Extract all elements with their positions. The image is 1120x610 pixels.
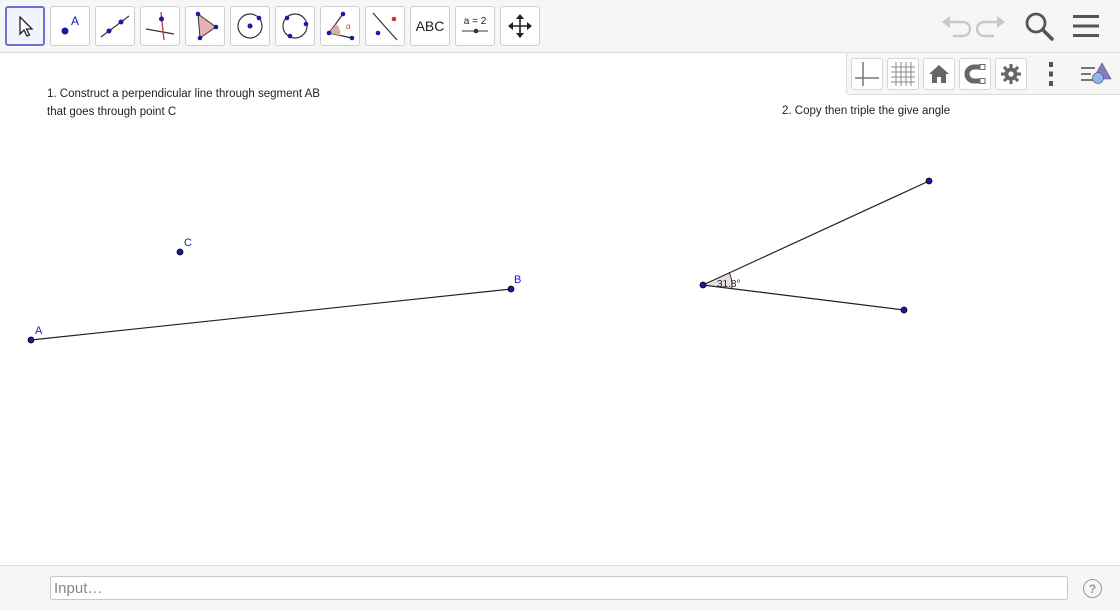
segment-ab[interactable] <box>30 288 512 341</box>
menu-icon <box>1073 15 1099 37</box>
slider-icon <box>462 28 488 33</box>
angle-tool-label: α <box>346 22 351 31</box>
reflect-tool-button[interactable] <box>365 6 405 46</box>
perpendicular-line-tool-button[interactable] <box>140 6 180 46</box>
reflect-about-line-icon <box>372 12 398 41</box>
text-tool-button[interactable]: ABC <box>410 6 450 46</box>
angle-tool-button[interactable]: α <box>320 6 360 46</box>
polygon-icon <box>195 11 219 41</box>
point-b-label: B <box>514 274 521 286</box>
redo-icon <box>976 16 1005 38</box>
slider-icon-label: a = 2 <box>463 15 487 27</box>
circle-three-points-tool-button[interactable] <box>275 6 315 46</box>
point-tool-button[interactable]: A <box>50 6 90 46</box>
input-help-button[interactable]: ? <box>1083 579 1102 598</box>
move-view-icon <box>508 14 532 38</box>
line-tool-button[interactable] <box>95 6 135 46</box>
move-tool-button[interactable] <box>5 6 45 46</box>
angle-vertex-point[interactable] <box>699 281 707 289</box>
search-button[interactable] <box>1021 8 1057 44</box>
cursor-arrow-icon <box>19 15 34 37</box>
point-a-label: A <box>35 325 43 337</box>
slider-tool-button[interactable]: a = 2 <box>455 6 495 46</box>
undo-button[interactable] <box>937 8 973 44</box>
angle-lower-point[interactable] <box>900 306 908 314</box>
polygon-tool-button[interactable] <box>185 6 225 46</box>
circle-center-point-tool-button[interactable] <box>230 6 270 46</box>
circle-three-points-icon <box>282 13 309 39</box>
help-icon: ? <box>1088 581 1097 596</box>
geometry-drawing: 31.8° A B C <box>27 177 933 344</box>
search-icon <box>1025 12 1054 41</box>
point-c[interactable] <box>176 248 184 256</box>
angle-value-label: 31.8° <box>717 279 740 290</box>
main-menu-button[interactable] <box>1068 8 1104 44</box>
graphics-view[interactable]: 1. Construct a perpendicular line throug… <box>0 54 1120 565</box>
move-graphics-view-tool-button[interactable] <box>500 6 540 46</box>
undo-icon <box>942 16 971 38</box>
circle-center-point-icon <box>237 13 263 39</box>
perpendicular-line-icon <box>145 11 175 41</box>
point-a[interactable] <box>27 336 35 344</box>
algebra-input-bar: ? <box>0 565 1120 610</box>
line-through-two-points-icon <box>100 15 130 38</box>
angle-icon: α <box>326 11 355 41</box>
angle-ray-upper[interactable] <box>702 180 930 286</box>
redo-button[interactable] <box>974 8 1010 44</box>
point-icon: A <box>61 14 79 35</box>
angle-upper-point[interactable] <box>925 177 933 185</box>
toolbar: A α ABC a = 2 <box>0 0 1120 53</box>
input-field[interactable] <box>50 576 1068 600</box>
point-c-label: C <box>184 237 192 249</box>
text-icon: ABC <box>415 18 445 34</box>
point-tool-label: A <box>71 14 79 28</box>
point-b[interactable] <box>507 285 515 293</box>
